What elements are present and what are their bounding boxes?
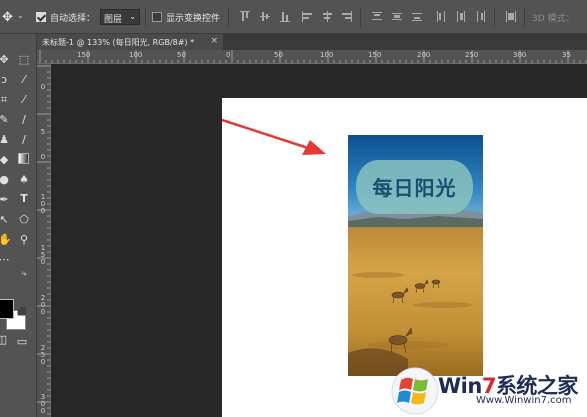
align-horizontal-centers-icon[interactable] [322,11,332,22]
options-bar: ✥ ⌄ 自动选择： 图层 ⌄ 显示变换控件 3D 模式： [0,0,587,34]
ruler-ticks [39,50,587,63]
zoom-icon[interactable]: ⚲ [18,234,30,246]
options-separator [360,7,361,27]
horizontal-ruler: 150 100 50 0 50 100 150 200 250 300 35 [37,50,587,64]
ruler-label: 150 [77,51,91,59]
ruler-label: 1 0 0 [40,193,46,215]
options-separator [145,7,146,27]
auto-select-checkbox[interactable] [36,12,46,22]
distribute-right-edges-icon[interactable] [476,11,486,22]
type-icon[interactable]: T [18,193,30,205]
ruler-label: 0 [40,83,46,91]
history-brush-icon[interactable]: ∕ [18,134,30,146]
auto-select-label: 自动选择： [50,14,96,24]
screen-mode-icon[interactable]: ▭ [16,336,28,348]
ruler-label: 0 [226,51,231,59]
options-separator [524,7,525,27]
ruler-label: 3 0 0 [40,393,46,415]
ruler-label: 50 [274,51,283,59]
pen-icon[interactable]: ✒ [0,194,10,206]
document-tab-bar: 未标题-1 @ 133% (每日阳光, RGB/8#) * × [37,34,587,50]
crop-icon[interactable]: ⌗ [0,94,10,106]
magic-wand-icon[interactable]: ⁄ [18,74,30,86]
lasso-icon[interactable]: ↄ [0,74,10,86]
quick-mask-icon[interactable]: ◫ [0,334,8,346]
tool-preset-caret-icon[interactable]: ⌄ [17,11,24,20]
ruler-label: 50 [177,51,186,59]
tools-panel: ✥ ⬚ ↄ ⁄ ⌗ ⁄ ✎ ∕ ♟ ∕ ◆ ● ♠ ✒ T ↖ ⬠ ✋ ⚲ ⋯ … [0,34,37,417]
auto-align-layers-icon[interactable] [506,11,516,22]
ruler-label: 2 5 0 [40,344,46,366]
ruler-label: 35 [562,51,571,59]
blur-icon[interactable]: ● [0,174,10,186]
options-separator [494,7,495,27]
align-bottom-edges-icon[interactable] [280,11,290,22]
chevron-down-icon: ⌄ [129,12,136,21]
document-tab[interactable]: 未标题-1 @ 133% (每日阳光, RGB/8#) * × [37,34,223,50]
ruler-label: 5 [40,128,46,136]
distribute-top-edges-icon[interactable] [372,11,382,22]
align-left-edges-icon[interactable] [302,11,312,22]
vertical-ruler: 0 5 0 1 0 0 1 5 0 2 0 0 2 5 0 3 0 0 [37,64,51,417]
healing-icon[interactable]: ✎ [0,114,10,126]
marquee-icon[interactable]: ⬚ [18,54,30,66]
distribute-left-edges-icon[interactable] [436,11,446,22]
ruler-label: 2 0 0 [40,294,46,316]
path-select-icon[interactable]: ↖ [0,214,10,226]
3d-mode-label: 3D 模式： [532,14,575,24]
ruler-label: 100 [320,51,334,59]
show-transform-checkbox[interactable] [152,12,162,22]
align-top-edges-icon[interactable] [240,11,250,22]
hand-icon[interactable]: ✋ [0,234,12,246]
move-icon[interactable]: ✥ [0,54,10,66]
auto-select-target-value: 图层 [104,15,123,25]
ruler-label: 250 [465,51,479,59]
brush-icon[interactable]: ∕ [18,114,30,126]
default-colors-icon[interactable]: ⬛ [16,306,28,318]
distribute-horizontal-centers-icon[interactable] [456,11,466,22]
distribute-bottom-edges-icon[interactable] [412,11,422,22]
close-icon[interactable]: × [210,36,218,46]
swap-colors-icon[interactable]: ⤷ [18,268,30,280]
eyedropper-icon[interactable]: ⁄ [18,94,30,106]
ruler-label: 150 [368,51,382,59]
eraser-icon[interactable]: ◆ [0,154,10,166]
distribute-vertical-centers-icon[interactable] [392,11,402,22]
watermark-url: Www.Winwin7.com [476,395,572,406]
document-tab-title: 未标题-1 @ 133% (每日阳光, RGB/8#) * [42,38,195,47]
align-right-edges-icon[interactable] [342,11,352,22]
ruler-label: 0 [40,153,46,161]
auto-select-target-dropdown[interactable]: 图层 ⌄ [100,9,140,25]
options-separator [228,7,229,27]
ruler-label: 1 5 0 [40,244,46,266]
shape-icon[interactable]: ⬠ [18,214,30,226]
windows-logo-icon [391,367,439,415]
show-transform-label: 显示变换控件 [166,14,221,24]
foreground-color-swatch[interactable] [0,299,14,319]
stamp-icon[interactable]: ♟ [0,134,10,146]
ruler-label: 300 [513,51,527,59]
dodge-icon[interactable]: ♠ [18,174,30,186]
move-tool-icon[interactable]: ✥ [2,10,13,25]
align-vertical-centers-icon[interactable] [260,11,270,22]
gradient-icon[interactable] [18,153,29,164]
canvas-title-text[interactable]: 每日阳光 [356,172,473,201]
ruler-label: 100 [129,51,143,59]
more-tools-icon[interactable]: ⋯ [0,254,10,266]
ruler-label: 200 [417,51,431,59]
